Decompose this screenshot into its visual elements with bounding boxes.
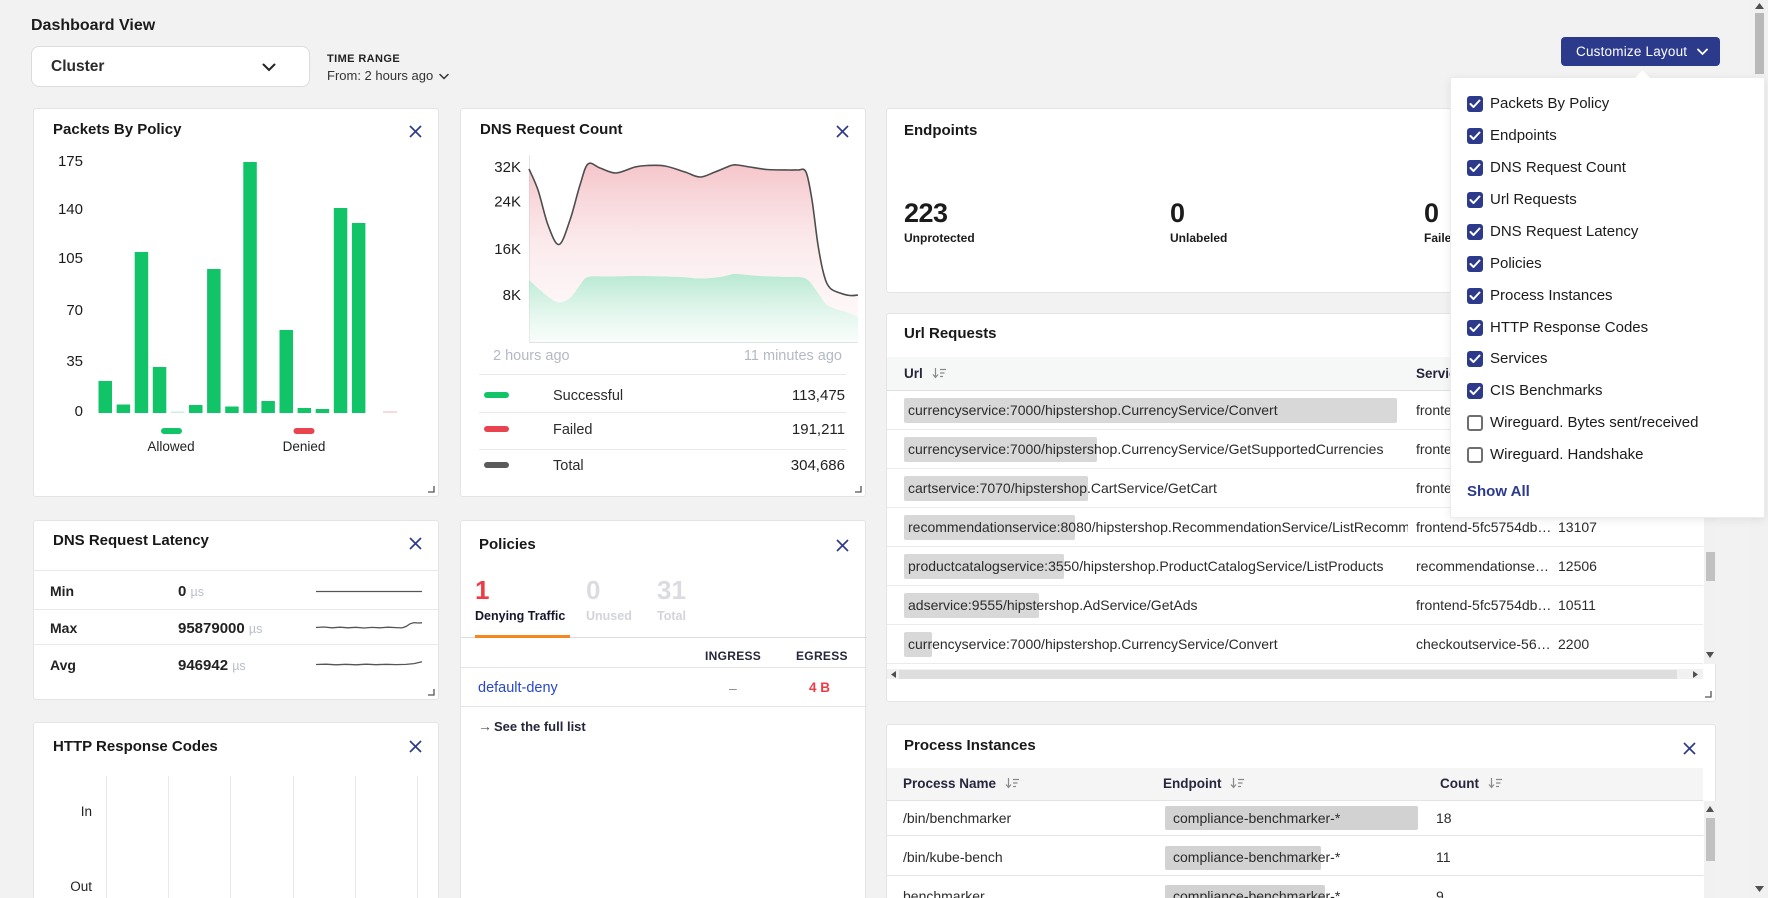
svg-text:175: 175 — [58, 153, 83, 170]
svg-text:Failed: Failed — [553, 422, 593, 438]
svg-text:Denied: Denied — [283, 439, 326, 454]
svg-text:Max: Max — [50, 620, 77, 636]
svg-text:70: 70 — [66, 302, 83, 319]
svg-text:113,475: 113,475 — [792, 387, 845, 404]
svg-text:Out: Out — [70, 879, 92, 894]
svg-text:8K: 8K — [503, 287, 521, 304]
svg-text:11 minutes ago: 11 minutes ago — [744, 348, 842, 364]
svg-text:Total: Total — [553, 458, 584, 474]
svg-text:32K: 32K — [494, 159, 521, 176]
svg-text:Avg: Avg — [50, 657, 76, 673]
svg-text:2 hours ago: 2 hours ago — [493, 348, 570, 364]
svg-text:Allowed: Allowed — [147, 439, 194, 454]
svg-text:In: In — [81, 804, 92, 819]
svg-text:24K: 24K — [494, 194, 521, 211]
svg-text:95879000 µs: 95879000 µs — [178, 620, 262, 637]
svg-text:0: 0 — [75, 403, 83, 420]
svg-text:191,211: 191,211 — [792, 421, 845, 438]
svg-text:35: 35 — [66, 353, 83, 370]
svg-text:304,686: 304,686 — [791, 457, 845, 474]
svg-text:105: 105 — [58, 250, 83, 267]
svg-text:Successful: Successful — [553, 388, 623, 404]
svg-text:946942 µs: 946942 µs — [178, 657, 246, 674]
svg-text:0 µs: 0 µs — [178, 583, 204, 600]
svg-text:140: 140 — [58, 201, 83, 218]
svg-text:16K: 16K — [494, 241, 521, 258]
svg-text:Min: Min — [50, 583, 74, 599]
